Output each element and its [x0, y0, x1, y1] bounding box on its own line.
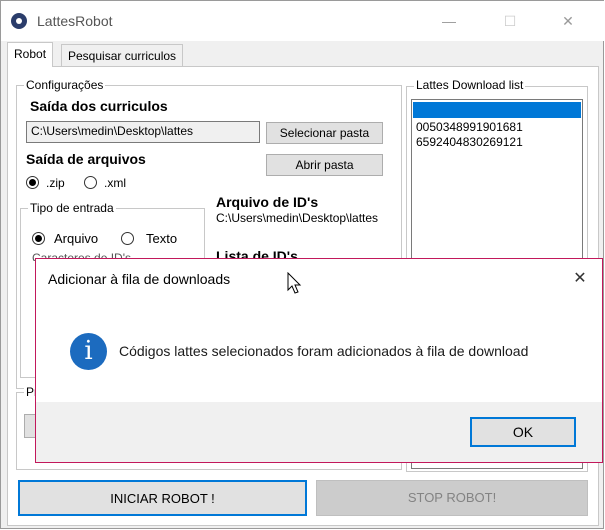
tipo-entrada-legend: Tipo de entrada: [28, 201, 116, 215]
xml-radio[interactable]: [84, 176, 97, 189]
list-item[interactable]: 6592404830269121: [416, 136, 523, 148]
arquivo-ids-label: Arquivo de ID's: [216, 194, 319, 210]
info-icon: i: [70, 333, 107, 370]
xml-radio-label: .xml: [104, 176, 126, 190]
ok-button[interactable]: OK: [470, 417, 576, 447]
arquivo-radio[interactable]: [32, 232, 45, 245]
selecionar-pasta-button[interactable]: Selecionar pasta: [266, 122, 383, 144]
message-dialog: Adicionar à fila de downloads ✕ i Código…: [35, 258, 603, 463]
saida-arquivos-label: Saída de arquivos: [26, 151, 146, 167]
close-button[interactable]: ✕: [546, 9, 590, 33]
zip-radio[interactable]: [26, 176, 39, 189]
stop-robot-button[interactable]: STOP ROBOT!: [316, 480, 588, 516]
dialog-message: Códigos lattes selecionados foram adicio…: [119, 343, 529, 359]
texto-radio[interactable]: [121, 232, 134, 245]
minimize-button[interactable]: —: [427, 9, 471, 33]
download-list-legend: Lattes Download list: [414, 78, 526, 92]
tab-robot[interactable]: Robot: [7, 42, 54, 67]
iniciar-robot-button[interactable]: INICIAR ROBOT !: [18, 480, 307, 516]
window-title: LattesRobot: [37, 13, 113, 29]
saida-curriculos-label: Saída dos curriculos: [30, 98, 168, 114]
zip-radio-label: .zip: [46, 176, 65, 190]
tab-pesquisar-curriculos[interactable]: Pesquisar curriculos: [61, 44, 184, 67]
selected-row[interactable]: [413, 102, 581, 118]
texto-radio-label: Texto: [146, 231, 178, 246]
app-logo-icon: [11, 13, 27, 29]
arquivo-ids-path: C:\Users\medin\Desktop\lattes: [216, 211, 379, 225]
dialog-close-button[interactable]: ✕: [568, 267, 592, 291]
list-item[interactable]: 0050348991901681: [416, 121, 523, 133]
saida-path-field[interactable]: C:\Users\medin\Desktop\lattes: [26, 121, 260, 143]
mouse-cursor-icon: [287, 272, 302, 294]
abrir-pasta-button[interactable]: Abrir pasta: [266, 154, 383, 176]
maximize-button[interactable]: ☐: [488, 9, 532, 33]
dialog-title: Adicionar à fila de downloads: [48, 271, 231, 287]
title-bar: LattesRobot — ☐ ✕: [1, 1, 605, 41]
arquivo-radio-label: Arquivo: [54, 231, 99, 246]
configuracoes-legend: Configurações: [24, 78, 106, 92]
